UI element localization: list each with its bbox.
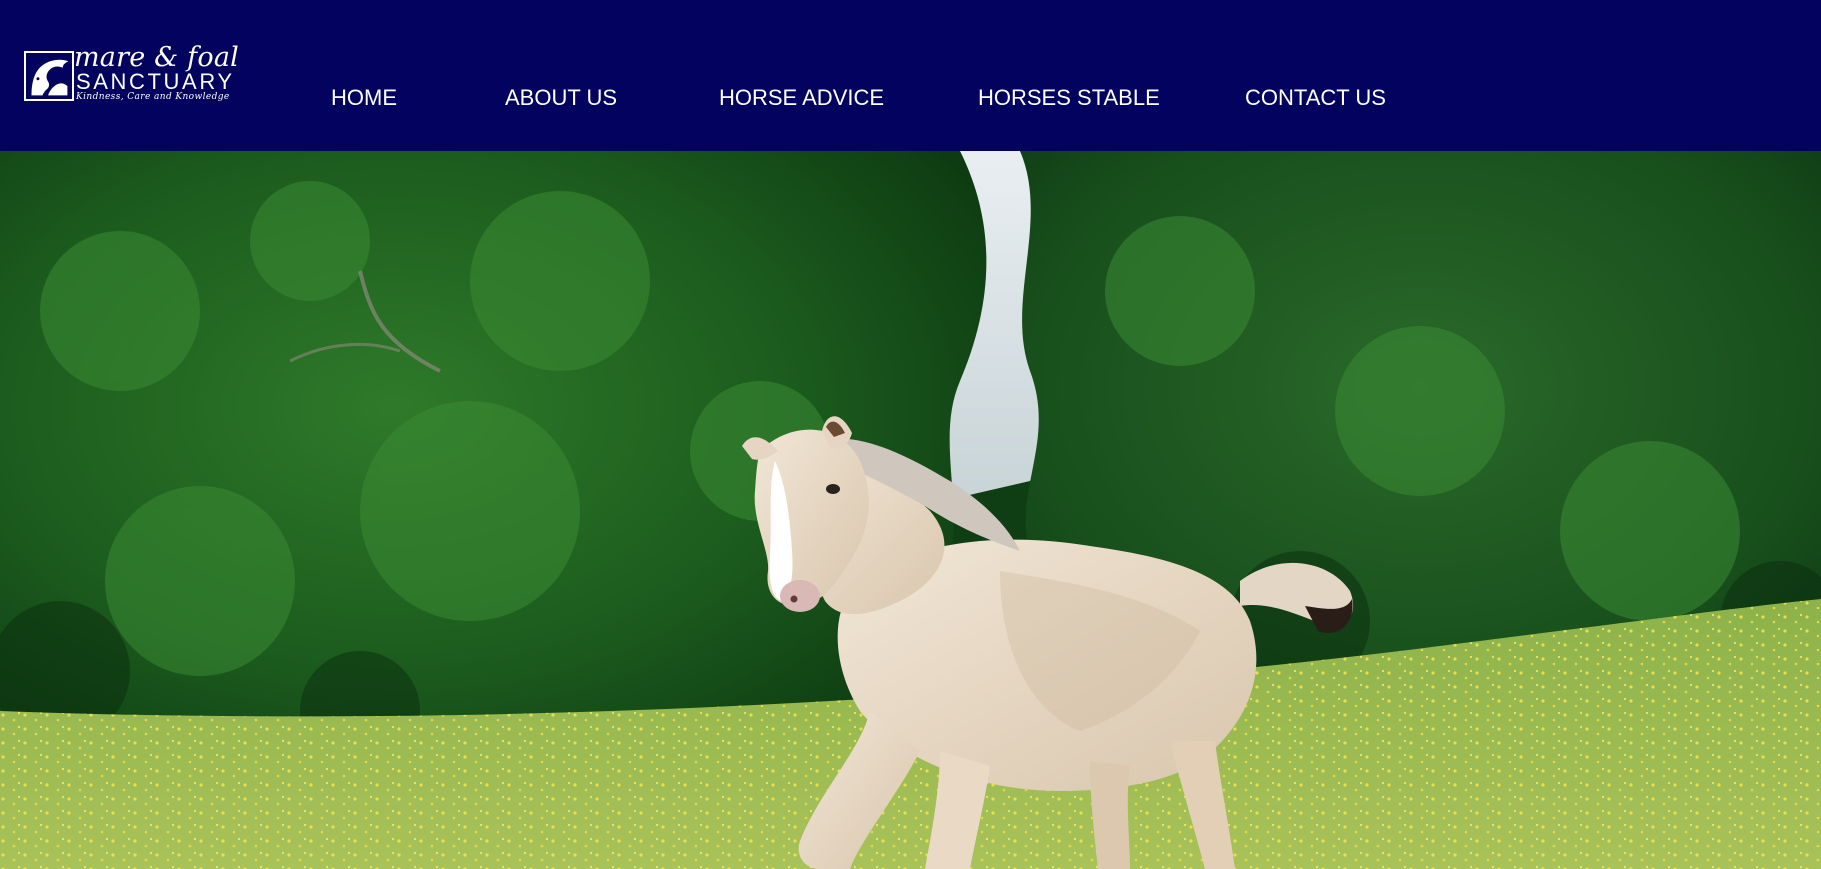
nav-item-about-us[interactable]: ABOUT US (505, 84, 617, 112)
nav-item-home[interactable]: HOME (331, 84, 397, 112)
page: mare & foal SANCTUARY Kindness, Care and… (0, 0, 1821, 869)
nav-item-horses-stable[interactable]: HORSES STABLE (978, 84, 1160, 112)
logo-tagline: Kindness, Care and Knowledge (76, 92, 230, 102)
nav-item-horse-advice[interactable]: HORSE ADVICE (719, 84, 884, 112)
site-header: mare & foal SANCTUARY Kindness, Care and… (0, 0, 1821, 151)
horse-head-icon (24, 51, 74, 101)
nav-item-contact-us[interactable]: CONTACT US (1245, 84, 1386, 112)
logo-line2: SANCTUARY (76, 69, 235, 94)
site-logo[interactable]: mare & foal SANCTUARY Kindness, Care and… (24, 43, 239, 106)
foal-in-meadow-photo (0, 151, 1821, 869)
hero-image (0, 151, 1821, 869)
